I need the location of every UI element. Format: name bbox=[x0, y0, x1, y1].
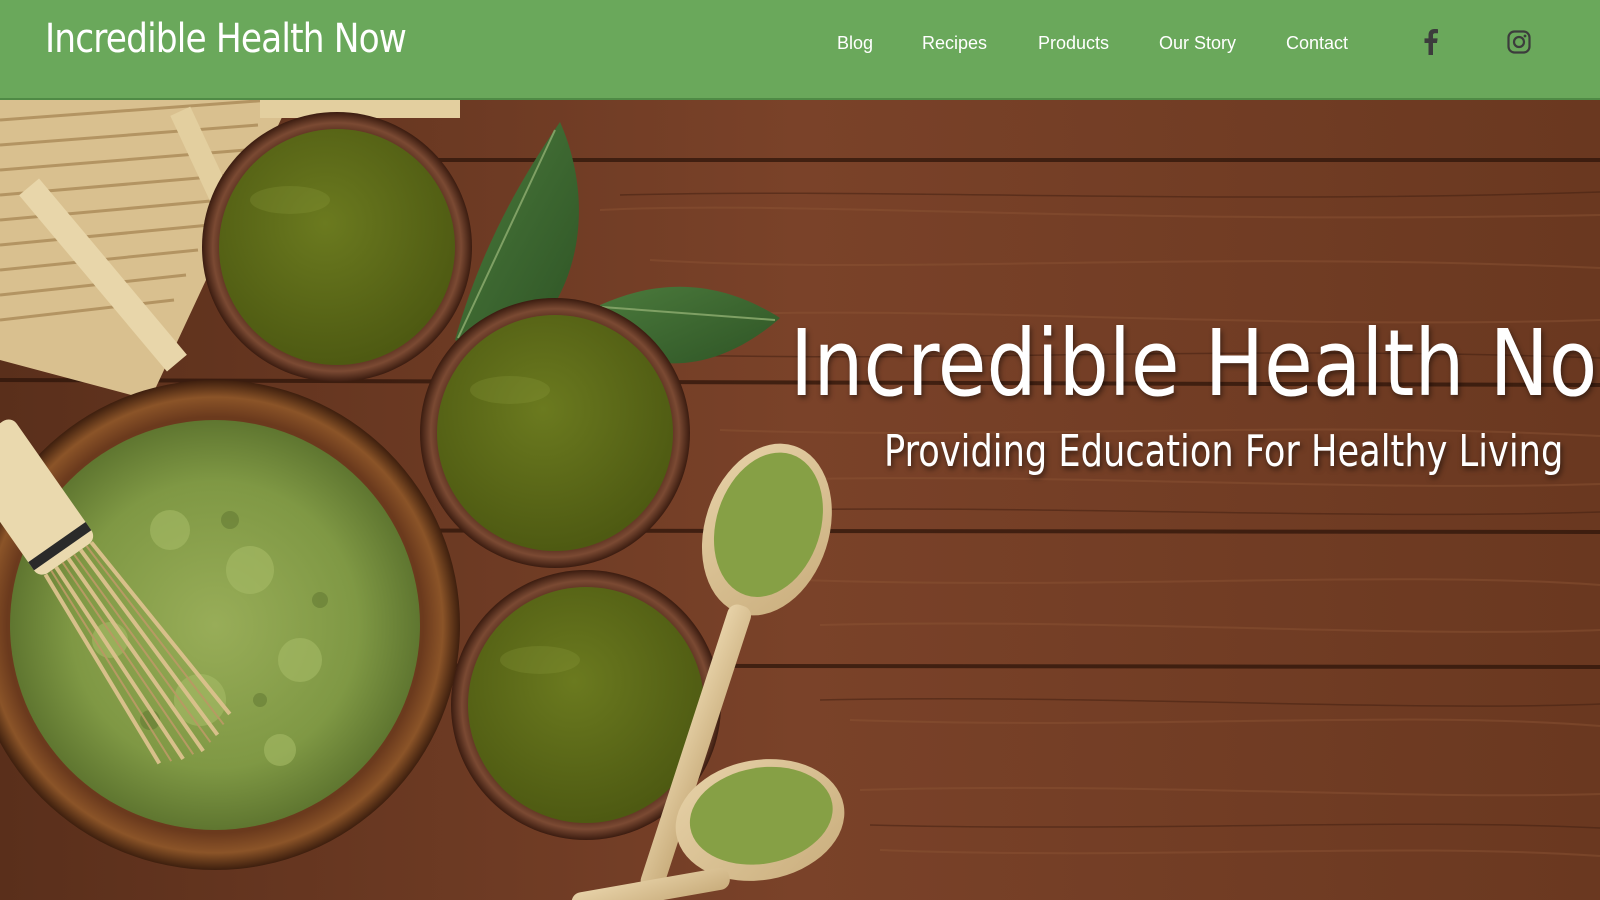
nav-link-recipes[interactable]: Recipes bbox=[922, 30, 987, 56]
nav-link-blog[interactable]: Blog bbox=[837, 30, 873, 56]
nav-link-products[interactable]: Products bbox=[1038, 30, 1109, 56]
main-nav: Blog Recipes Products Our Story Contact bbox=[0, 30, 1600, 60]
matcha-tea-photo bbox=[0, 100, 1600, 900]
facebook-icon[interactable] bbox=[1417, 28, 1445, 56]
site-header: Incredible Health Now Blog Recipes Produ… bbox=[0, 0, 1600, 100]
nav-link-our-story[interactable]: Our Story bbox=[1159, 30, 1236, 56]
hero-subtitle: Providing Education For Healthy Living bbox=[884, 426, 1564, 477]
hero-title: Incredible Health Now bbox=[790, 310, 1600, 417]
hero-banner: Incredible Health Now Providing Educatio… bbox=[0, 100, 1600, 900]
nav-link-contact[interactable]: Contact bbox=[1286, 30, 1348, 56]
instagram-icon[interactable] bbox=[1505, 28, 1533, 56]
